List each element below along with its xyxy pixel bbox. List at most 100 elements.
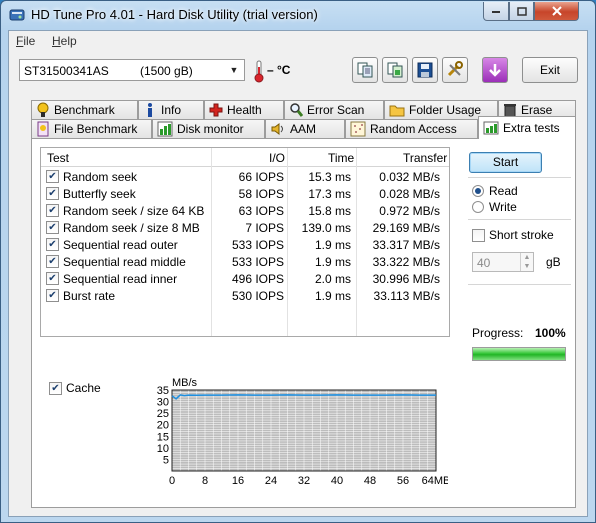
- read-label: Read: [489, 184, 518, 198]
- y-tick-label: 10: [157, 443, 169, 455]
- floppy-disk-icon: [417, 62, 433, 78]
- y-axis-label: MB/s: [172, 377, 198, 389]
- cell-time: 1.9 ms: [314, 289, 351, 303]
- tab-label: Info: [161, 103, 182, 117]
- copy-image-icon: [387, 62, 403, 78]
- divider: [468, 284, 571, 285]
- drive-select[interactable]: ST31500341AS (1500 gB) ▼: [19, 59, 245, 81]
- read-radio[interactable]: [472, 185, 484, 197]
- row-checkbox[interactable]: ✔: [46, 204, 59, 217]
- maximize-button[interactable]: [509, 2, 534, 21]
- x-tick-label: 56: [397, 475, 409, 487]
- row-checkbox[interactable]: ✔: [46, 221, 59, 234]
- write-radio[interactable]: [472, 201, 484, 213]
- tab-file-benchmark[interactable]: File Benchmark: [31, 119, 152, 138]
- magnifier-icon: [290, 103, 303, 117]
- save-button[interactable]: [412, 57, 438, 83]
- header-test[interactable]: Test: [47, 151, 69, 165]
- start-button[interactable]: Start: [469, 152, 542, 173]
- table-row[interactable]: ✔ Sequential read middle 533 IOPS 1.9 ms…: [41, 253, 449, 270]
- short-stroke-size-spinner[interactable]: 40 ▲ ▼: [472, 252, 534, 272]
- cell-transfer: 0.032 MB/s: [379, 170, 440, 184]
- row-checkbox[interactable]: ✔: [46, 272, 59, 285]
- copy-screenshot-button[interactable]: [382, 57, 408, 83]
- cell-transfer: 33.317 MB/s: [372, 238, 440, 252]
- exit-button[interactable]: Exit: [522, 57, 578, 83]
- row-checkbox[interactable]: ✔: [46, 255, 59, 268]
- tab-disk-monitor[interactable]: Disk monitor: [152, 119, 265, 138]
- tab-extra-tests[interactable]: Extra tests: [478, 116, 576, 139]
- folder-icon: [389, 105, 405, 117]
- tabs-bottom-row: File Benchmark Disk monitor AAM Random A…: [31, 116, 576, 139]
- tab-error-scan[interactable]: Error Scan: [284, 100, 384, 119]
- cell-test: Random seek / size 8 MB: [63, 221, 200, 235]
- header-transfer[interactable]: Transfer: [403, 151, 447, 165]
- short-stroke-checkbox[interactable]: [472, 229, 485, 242]
- temperature-readout: – °C: [267, 63, 291, 77]
- results-table: Test I/O Time Transfer ✔ Random seek 66 …: [40, 147, 450, 337]
- menu-help[interactable]: Help: [52, 34, 77, 48]
- info-icon: [148, 103, 152, 117]
- cell-time: 139.0 ms: [301, 221, 351, 235]
- row-checkbox[interactable]: ✔: [46, 187, 59, 200]
- menu-help-label: elp: [60, 34, 77, 48]
- options-button[interactable]: [442, 57, 468, 83]
- tab-aam[interactable]: AAM: [265, 119, 345, 138]
- row-checkbox[interactable]: ✔: [46, 170, 59, 183]
- tab-label: Folder Usage: [409, 103, 482, 117]
- tab-random-access[interactable]: Random Access: [345, 119, 478, 138]
- cell-io: 530 IOPS: [231, 289, 284, 303]
- table-row[interactable]: ✔ Random seek / size 64 KB 63 IOPS 15.8 …: [41, 202, 449, 219]
- bar-chart-icon: [157, 121, 173, 137]
- title-bar[interactable]: HD Tune Pro 4.01 - Hard Disk Utility (tr…: [1, 1, 595, 29]
- y-tick-label: 30: [157, 397, 169, 409]
- short-stroke-label: Short stroke: [489, 228, 554, 242]
- table-row[interactable]: ✔ Sequential read outer 533 IOPS 1.9 ms …: [41, 236, 449, 253]
- cell-test: Random seek: [63, 170, 138, 184]
- copy-text-button[interactable]: [352, 57, 378, 83]
- cell-time: 1.9 ms: [314, 238, 351, 252]
- y-tick-label: 35: [157, 385, 169, 397]
- table-row[interactable]: ✔ Burst rate 530 IOPS 1.9 ms 33.113 MB/s: [41, 287, 449, 304]
- cell-io: 7 IOPS: [245, 221, 284, 235]
- table-row[interactable]: ✔ Random seek / size 8 MB 7 IOPS 139.0 m…: [41, 219, 449, 236]
- progress-fill: [473, 348, 565, 360]
- table-row[interactable]: ✔ Sequential read inner 496 IOPS 2.0 ms …: [41, 270, 449, 287]
- header-time[interactable]: Time: [328, 151, 354, 165]
- menu-file[interactable]: File: [16, 34, 35, 48]
- drive-name: ST31500341AS: [24, 64, 109, 78]
- progress-label: Progress:: [472, 326, 524, 340]
- minimize-button[interactable]: [483, 2, 509, 21]
- cache-checkbox[interactable]: ✔: [49, 382, 62, 395]
- tab-health[interactable]: Health: [204, 100, 284, 119]
- health-cross-icon: [209, 103, 223, 117]
- tab-label: AAM: [290, 122, 317, 136]
- close-button[interactable]: [534, 2, 579, 21]
- extra-tests-icon: [483, 121, 499, 135]
- x-tick-label: 40: [331, 475, 343, 487]
- extra-tests-panel: Test I/O Time Transfer ✔ Random seek 66 …: [31, 138, 576, 508]
- transfer-rate-chart: 5101520253035 0 8 16 24 32 40 48 56 64MB MB/s: [157, 377, 448, 487]
- download-button[interactable]: [482, 57, 508, 83]
- tab-benchmark[interactable]: Benchmark: [31, 100, 138, 119]
- tab-info[interactable]: Info: [138, 100, 204, 119]
- row-checkbox[interactable]: ✔: [46, 289, 59, 302]
- copy-icon: [357, 62, 373, 78]
- cell-test: Butterfly seek: [63, 187, 136, 201]
- cell-test: Sequential read inner: [63, 272, 178, 286]
- y-tick-label: 5: [163, 454, 169, 466]
- y-tick-label: 25: [157, 408, 169, 420]
- row-checkbox[interactable]: ✔: [46, 238, 59, 251]
- cell-time: 15.8 ms: [308, 204, 351, 218]
- divider: [468, 219, 571, 220]
- table-row[interactable]: ✔ Butterfly seek 58 IOPS 17.3 ms 0.028 M…: [41, 185, 449, 202]
- table-row[interactable]: ✔ Random seek 66 IOPS 15.3 ms 0.032 MB/s: [41, 168, 449, 185]
- x-tick-label: 64MB: [422, 475, 448, 487]
- cell-transfer: 33.113 MB/s: [373, 289, 440, 303]
- chevron-down-icon: ▼: [229, 65, 239, 75]
- x-tick-label: 24: [265, 475, 277, 487]
- spinner-arrows-icon[interactable]: ▲ ▼: [520, 253, 533, 271]
- header-io[interactable]: I/O: [269, 151, 285, 165]
- spinner-value: 40: [477, 256, 491, 270]
- cell-io: 63 IOPS: [238, 204, 284, 218]
